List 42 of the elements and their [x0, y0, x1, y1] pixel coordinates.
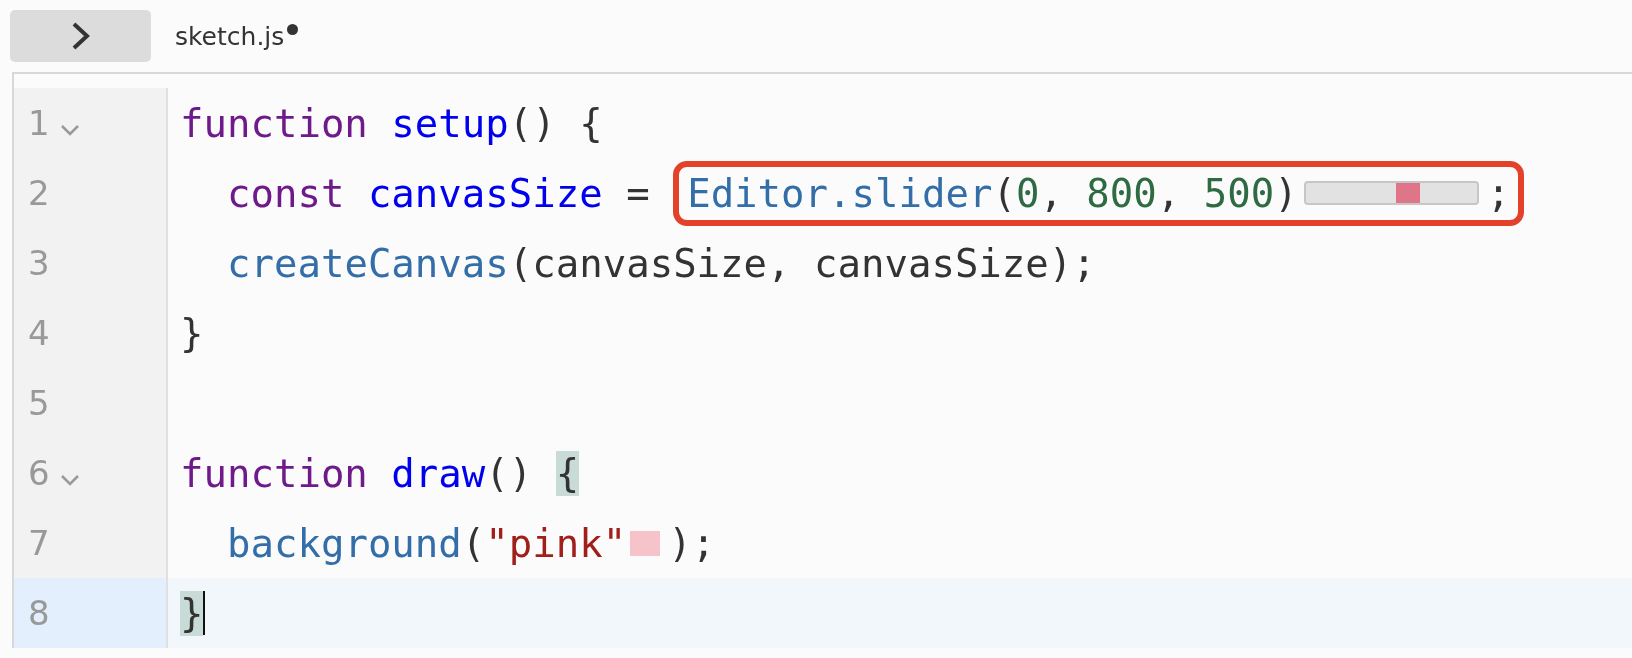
line-number: 3 — [28, 243, 50, 283]
keyword-token: function — [180, 450, 369, 496]
call-token: createCanvas — [227, 240, 509, 286]
number-token: 0 — [1015, 170, 1040, 216]
line-number: 7 — [28, 523, 50, 563]
code-text: ( — [992, 170, 1016, 216]
line-number: 5 — [28, 383, 50, 423]
expand-sidebar-button[interactable] — [10, 10, 151, 62]
line-number: 6 — [28, 453, 50, 493]
code-text: ; — [1486, 170, 1511, 216]
inline-slider[interactable] — [1303, 181, 1479, 205]
fold-caret-icon[interactable] — [59, 124, 80, 136]
code-text: ) — [1274, 170, 1298, 216]
line-number: 4 — [28, 313, 50, 353]
code-text: ); — [668, 520, 716, 566]
bracket-token: { — [555, 450, 580, 496]
color-swatch[interactable] — [630, 530, 661, 556]
keyword-token: const — [227, 170, 346, 216]
keyword-token: function — [180, 100, 369, 146]
call-token: background — [227, 520, 462, 566]
code-text: () — [485, 450, 534, 496]
code-text: () { — [508, 100, 603, 146]
line-number: 8 — [28, 593, 50, 633]
line-number: 2 — [28, 173, 50, 213]
number-token: 500 — [1203, 170, 1275, 216]
name-token: draw — [391, 450, 486, 496]
code-text: (canvasSize, canvasSize); — [508, 240, 1096, 286]
bracket-token: } — [180, 590, 204, 636]
code-text: ( — [461, 520, 486, 566]
code-text: = — [625, 170, 651, 216]
code-text: } — [180, 310, 204, 356]
code-text: , — [1156, 170, 1182, 216]
slider-thumb[interactable] — [1396, 183, 1421, 203]
code-text: , — [1039, 170, 1064, 216]
call-token: Editor.slider — [687, 170, 993, 216]
fold-caret-icon[interactable] — [59, 474, 80, 486]
line-number: 1 — [28, 103, 50, 143]
name-token: canvasSize — [367, 170, 603, 216]
number-token: 800 — [1086, 170, 1157, 216]
file-tab[interactable]: sketch.js — [175, 21, 285, 51]
name-token: setup — [391, 100, 509, 146]
string-token: "pink" — [485, 520, 627, 566]
